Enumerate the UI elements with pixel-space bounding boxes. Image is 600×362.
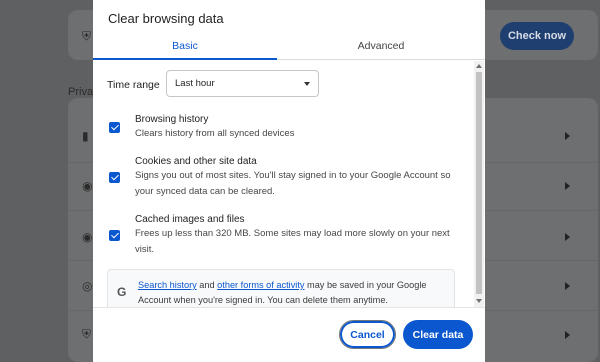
privacy-section-label: Priva [68, 86, 94, 98]
cancel-button[interactable]: Cancel [339, 320, 396, 349]
scroll-up-arrow-icon[interactable] [476, 64, 482, 68]
option-title: Cached images and files [135, 214, 245, 225]
scroll-thumb[interactable] [476, 72, 482, 294]
cookies-checkbox[interactable] [109, 172, 120, 183]
info-text: Search history and other forms of activi… [138, 278, 448, 307]
clear-data-button[interactable]: Clear data [403, 320, 473, 349]
google-account-info-box: G Search history and other forms of acti… [107, 269, 455, 307]
option-title: Cookies and other site data [135, 156, 257, 167]
dialog-content: Time range Last hour Browsing history Cl… [93, 61, 485, 307]
time-range-value: Last hour [175, 78, 215, 89]
chevron-right-icon [565, 282, 570, 290]
other-activity-link[interactable]: other forms of activity [217, 280, 304, 290]
time-range-select[interactable]: Last hour [166, 70, 319, 97]
check-now-button: Check now [500, 22, 574, 50]
time-range-label: Time range [107, 79, 160, 91]
option-description: Signs you out of most sites. You'll stay… [135, 170, 451, 197]
cached-images-checkbox[interactable] [109, 230, 120, 241]
tab-advanced[interactable]: Advanced [289, 32, 473, 60]
clear-browsing-data-dialog: Clear browsing data Basic Advanced Time … [93, 0, 485, 362]
chevron-right-icon [565, 331, 570, 339]
tab-basic[interactable]: Basic [93, 32, 277, 60]
selected-tab-indicator [93, 58, 277, 60]
dropdown-arrow-icon [304, 82, 310, 86]
google-g-icon: G [117, 285, 127, 299]
search-history-link[interactable]: Search history [138, 280, 197, 290]
chevron-right-icon [565, 233, 570, 241]
option-title: Browsing history [135, 114, 209, 125]
footer-divider [93, 307, 485, 308]
dialog-title: Clear browsing data [108, 11, 224, 26]
option-description: Frees up less than 320 MB. Some sites ma… [135, 228, 450, 255]
chevron-right-icon [565, 132, 570, 140]
chevron-right-icon [565, 182, 570, 190]
info-text-part: and [196, 280, 218, 290]
tab-bar: Basic Advanced [93, 32, 485, 60]
browsing-history-checkbox[interactable] [109, 122, 120, 133]
scroll-down-arrow-icon[interactable] [476, 299, 482, 303]
option-description: Clears history from all synced devices [135, 128, 295, 139]
content-scrollbar[interactable] [474, 61, 484, 307]
